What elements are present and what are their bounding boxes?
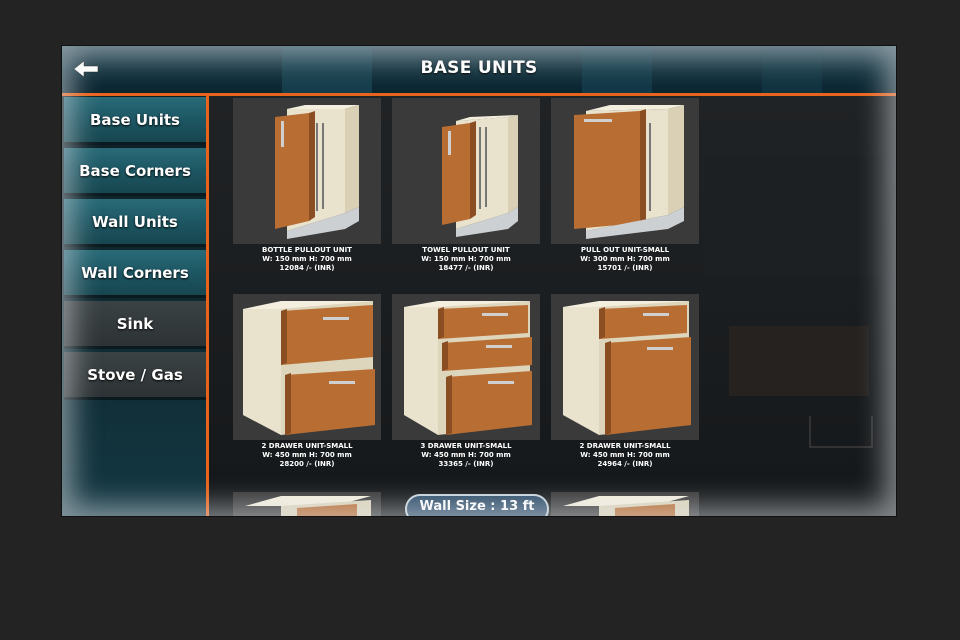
pullout-cabinet-icon bbox=[574, 105, 684, 239]
sidebar-item-label: Base Corners bbox=[79, 161, 191, 180]
drawer-cabinet-icon bbox=[563, 496, 689, 516]
product-grid: BOTTLE PULLOUT UNIT W: 150 mm H: 700 mm … bbox=[209, 96, 896, 516]
sidebar-item-label: Base Units bbox=[90, 110, 180, 129]
background-decor bbox=[729, 326, 869, 396]
pullout-cabinet-icon bbox=[275, 105, 359, 239]
product-price: 33365 /- (INR) bbox=[438, 460, 494, 468]
product-thumbnail bbox=[233, 492, 381, 516]
product-dims: W: 300 mm H: 700 mm bbox=[580, 255, 670, 263]
sidebar-item-stove-gas[interactable]: Stove / Gas bbox=[64, 352, 206, 400]
product-dims: W: 450 mm H: 700 mm bbox=[421, 451, 511, 459]
product-dims: W: 450 mm H: 700 mm bbox=[262, 451, 352, 459]
product-name: 2 DRAWER UNIT-SMALL bbox=[579, 442, 671, 450]
sidebar-item-label: Wall Corners bbox=[81, 263, 189, 282]
sidebar-item-base-units[interactable]: Base Units bbox=[64, 97, 206, 145]
product-dims: W: 150 mm H: 700 mm bbox=[421, 255, 511, 263]
sidebar-item-label: Sink bbox=[116, 314, 154, 333]
product-card-bottle-pullout[interactable]: BOTTLE PULLOUT UNIT W: 150 mm H: 700 mm … bbox=[233, 98, 381, 273]
product-name: TOWEL PULLOUT UNIT bbox=[422, 246, 510, 254]
product-price: 12084 /- (INR) bbox=[279, 264, 335, 272]
product-card-partial[interactable] bbox=[233, 492, 381, 516]
header-bar: BASE UNITS bbox=[62, 46, 896, 93]
product-thumbnail bbox=[233, 98, 381, 244]
product-card-2-drawer-small-alt[interactable]: 2 DRAWER UNIT-SMALL W: 450 mm H: 700 mm … bbox=[551, 294, 699, 469]
wall-size-button[interactable]: Wall Size : 13 ft bbox=[405, 494, 549, 516]
background-decor bbox=[704, 156, 884, 276]
product-price: 24964 /- (INR) bbox=[597, 460, 653, 468]
sidebar-item-base-corners[interactable]: Base Corners bbox=[64, 148, 206, 196]
product-card-3-drawer-small[interactable]: 3 DRAWER UNIT-SMALL W: 450 mm H: 700 mm … bbox=[392, 294, 540, 469]
sidebar-item-wall-corners[interactable]: Wall Corners bbox=[64, 250, 206, 298]
product-price: 15701 /- (INR) bbox=[597, 264, 653, 272]
product-card-pullout-small[interactable]: PULL OUT UNIT-SMALL W: 300 mm H: 700 mm … bbox=[551, 98, 699, 273]
product-card-2-drawer-small[interactable]: 2 DRAWER UNIT-SMALL W: 450 mm H: 700 mm … bbox=[233, 294, 381, 469]
product-name: 2 DRAWER UNIT-SMALL bbox=[261, 442, 353, 450]
sidebar-item-wall-units[interactable]: Wall Units bbox=[64, 199, 206, 247]
page-title: BASE UNITS bbox=[420, 58, 538, 78]
product-thumbnail bbox=[551, 492, 699, 516]
product-dims: W: 450 mm H: 700 mm bbox=[580, 451, 670, 459]
product-name: 3 DRAWER UNIT-SMALL bbox=[420, 442, 512, 450]
product-card-towel-pullout[interactable]: TOWEL PULLOUT UNIT W: 150 mm H: 700 mm 1… bbox=[392, 98, 540, 273]
drawer-cabinet-icon bbox=[245, 496, 371, 516]
product-thumbnail bbox=[392, 294, 540, 440]
sidebar-item-sink[interactable]: Sink bbox=[64, 301, 206, 349]
product-price: 18477 /- (INR) bbox=[438, 264, 494, 272]
product-thumbnail bbox=[392, 98, 540, 244]
product-price: 28200 /- (INR) bbox=[279, 460, 335, 468]
category-sidebar: Base Units Base Corners Wall Units Wall … bbox=[62, 96, 206, 516]
product-thumbnail bbox=[233, 294, 381, 440]
product-thumbnail bbox=[551, 98, 699, 244]
drawer-cabinet-icon bbox=[243, 301, 375, 435]
app-window: BASE UNITS Base Units Base Corners Wall … bbox=[62, 46, 896, 516]
sidebar-item-label: Wall Units bbox=[92, 212, 178, 231]
pullout-cabinet-icon bbox=[442, 115, 518, 237]
product-thumbnail bbox=[551, 294, 699, 440]
product-card-partial[interactable] bbox=[551, 492, 699, 516]
drawer-cabinet-icon bbox=[563, 301, 691, 435]
product-name: BOTTLE PULLOUT UNIT bbox=[262, 246, 352, 254]
product-dims: W: 150 mm H: 700 mm bbox=[262, 255, 352, 263]
background-decor bbox=[809, 416, 873, 448]
product-name: PULL OUT UNIT-SMALL bbox=[580, 246, 670, 254]
drawer-cabinet-icon bbox=[404, 301, 532, 435]
sidebar-item-label: Stove / Gas bbox=[87, 365, 183, 384]
